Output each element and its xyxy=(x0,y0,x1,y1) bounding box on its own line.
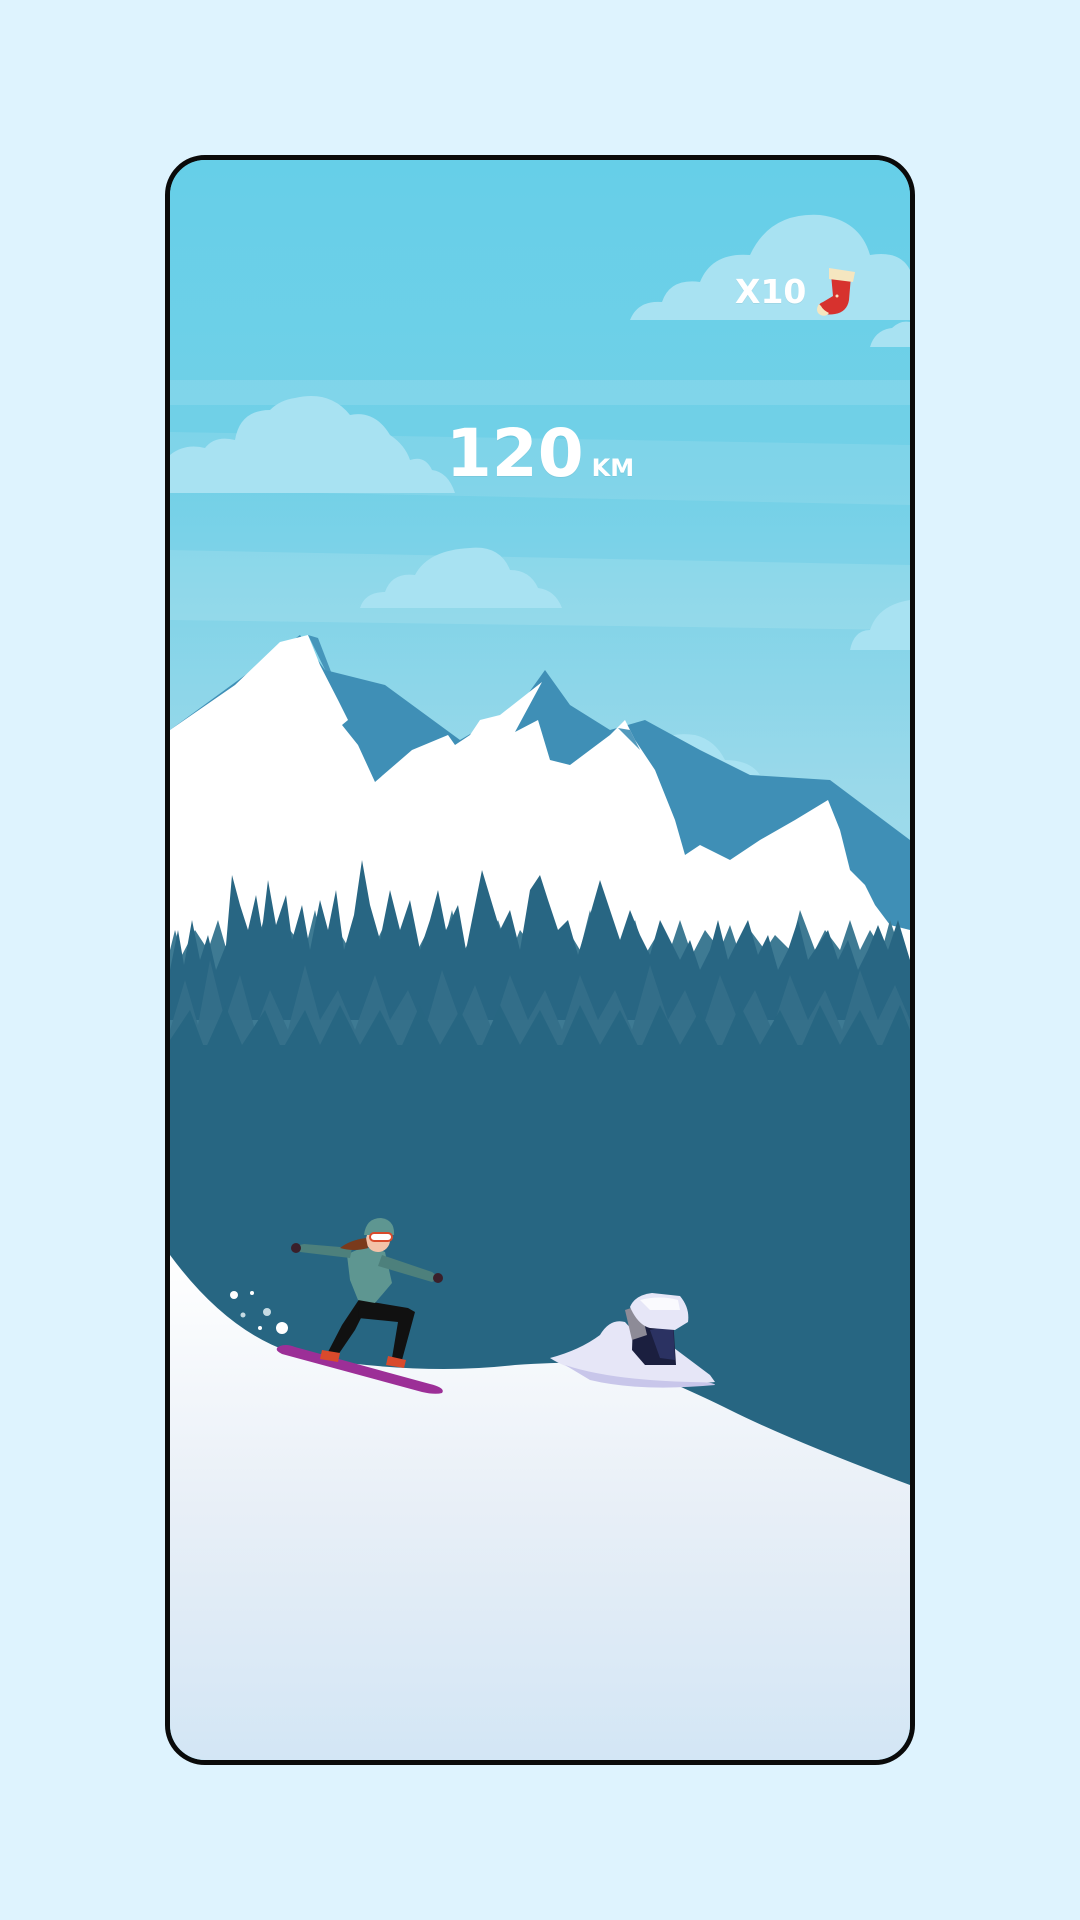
stocking-multiplier: X10 xyxy=(735,272,807,311)
christmas-stocking-icon xyxy=(817,268,855,316)
sky-band xyxy=(170,380,910,405)
distance-unit: KM xyxy=(591,454,635,482)
phone-frame: X10 120 KM xyxy=(165,155,915,1765)
distance-counter: 120 KM xyxy=(170,415,910,492)
game-scene[interactable] xyxy=(170,160,910,1760)
distance-value: 120 xyxy=(445,415,584,492)
